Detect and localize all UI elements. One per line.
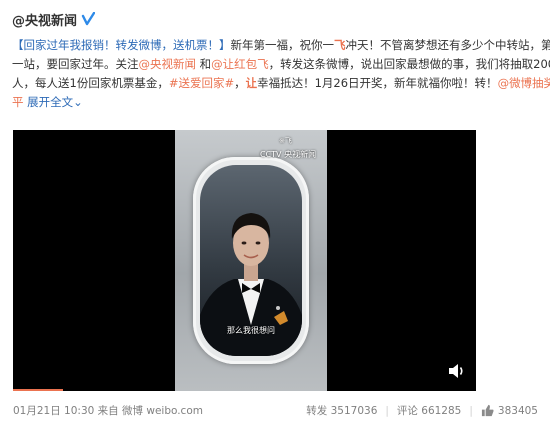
airplane-window: 那么我很想问 <box>193 157 309 364</box>
like-button[interactable]: 383405 <box>481 404 538 417</box>
comment-button[interactable]: 评论 661285 <box>397 403 461 418</box>
post-header: @央视新闻 <box>12 8 96 30</box>
like-count: 383405 <box>497 404 538 417</box>
video-watermark-small: ※飞 <box>279 137 292 145</box>
post-headline: 【回家过年我报销！转发微博，送机票！】 <box>12 38 231 52</box>
divider: | <box>385 404 389 417</box>
post-meta: 01月21日 10:30 来自 微博 weibo.com <box>13 403 203 418</box>
post-source[interactable]: 微博 weibo.com <box>122 405 203 417</box>
post-actions: 转发 3517036 | 评论 661285 | 383405 <box>306 403 538 418</box>
video-progress-bar[interactable] <box>13 389 63 391</box>
cctv-logo: CCTV <box>260 150 282 159</box>
comment-count: 661285 <box>421 405 462 417</box>
post-text-line: 人，每人送1份回家机票基金，#送爱回家#，让幸福抵达！1月26日开奖，新年就福你… <box>12 74 550 93</box>
chevron-down-icon[interactable]: ⌄ <box>73 95 83 109</box>
video-player[interactable]: 那么我很想问 CCTV 央视新闻 ※飞 <box>13 130 476 391</box>
volume-icon[interactable] <box>448 363 466 379</box>
expand-full-text-link[interactable]: 展开全文 <box>27 95 73 109</box>
post-date[interactable]: 01月21日 10:30 <box>13 405 94 417</box>
source-prefix: 来自 <box>97 405 119 417</box>
post-footer: 01月21日 10:30 来自 微博 weibo.com 转发 3517036 … <box>13 401 538 419</box>
post-text-line: 【回家过年我报销！转发微博，送机票！】新年第一福，祝你一飞冲天！不管离梦想还有多… <box>12 38 550 52</box>
mention-link[interactable]: @微博抽奖 <box>498 76 550 90</box>
hashtag-link[interactable]: #送爱回家# <box>169 76 234 90</box>
verified-icon <box>81 12 96 26</box>
author-name[interactable]: @央视新闻 <box>12 10 77 29</box>
mention-link[interactable]: @让红包飞 <box>211 57 269 71</box>
post-text: 【回家过年我报销！转发微博，送机票！】新年第一福，祝你一飞冲天！不管离梦想还有多… <box>12 36 550 112</box>
post-text-line: 平 展开全文⌄ <box>12 95 83 109</box>
divider: | <box>469 404 473 417</box>
post-text-line: 一站，要回家过年。关注@央视新闻 和@让红包飞，转发这条微博，说出回家最想做的事… <box>12 57 550 71</box>
video-watermark: CCTV 央视新闻 <box>260 150 317 159</box>
video-frame-image: 那么我很想问 <box>200 165 302 356</box>
repost-count: 3517036 <box>330 405 378 417</box>
mention-link[interactable]: @央视新闻 <box>139 57 197 71</box>
airplane-window-frame: 那么我很想问 CCTV 央视新闻 ※飞 <box>175 130 327 391</box>
thumbs-up-icon <box>481 404 494 417</box>
repost-button[interactable]: 转发 3517036 <box>306 403 377 418</box>
video-subtitle: 那么我很想问 <box>227 326 275 335</box>
